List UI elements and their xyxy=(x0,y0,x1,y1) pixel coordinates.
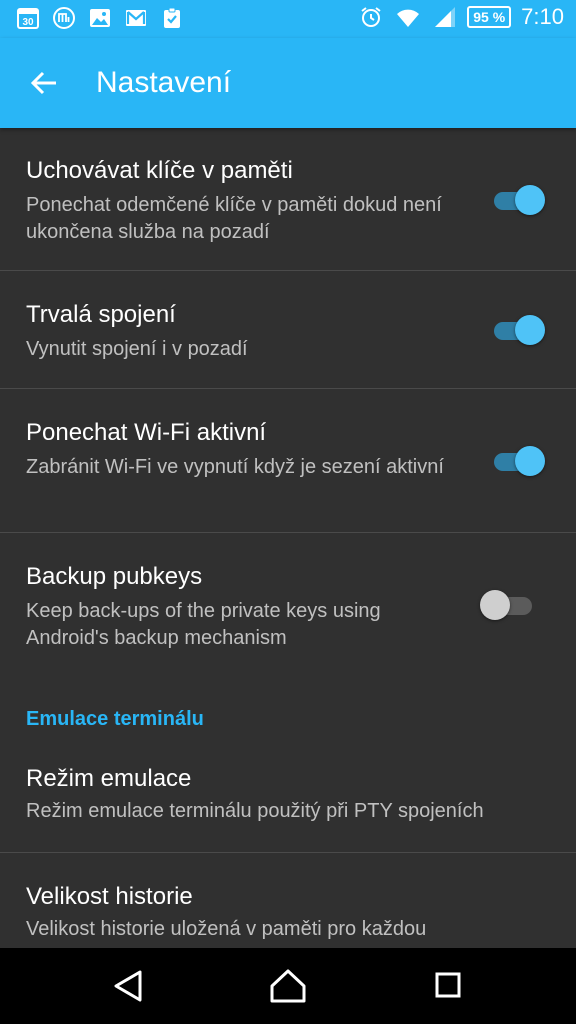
back-triangle-icon xyxy=(114,970,142,1002)
home-icon xyxy=(270,969,306,1003)
pref-summary: Zabránit Wi-Fi ve vypnutí když je sezení… xyxy=(26,456,444,478)
category-terminal-emulation: Emulace terminálu xyxy=(26,708,204,730)
toggle-persistent-connections[interactable] xyxy=(490,310,548,350)
pref-title: Uchovávat klíče v paměti xyxy=(26,157,293,184)
gmail-icon xyxy=(126,10,146,26)
signal-icon xyxy=(435,7,456,27)
clock: 7:10 xyxy=(521,4,564,29)
arrow-back-icon xyxy=(30,71,56,95)
toggle-backup-pubkeys[interactable] xyxy=(480,585,538,625)
navigation-bar xyxy=(0,948,576,1024)
pref-title: Backup pubkeys xyxy=(26,563,203,590)
pref-summary: Keep back-ups of the private keys using … xyxy=(26,600,381,649)
recents-square-icon xyxy=(435,972,461,998)
back-button[interactable] xyxy=(22,63,66,103)
pref-title: Režim emulace xyxy=(26,765,192,792)
notification-icons: 30 xyxy=(16,6,184,30)
alarm-icon xyxy=(361,7,381,27)
calendar-icon: 30 xyxy=(17,8,39,29)
settings-list[interactable]: Uchovávat klíče v paměti Ponechat odemče… xyxy=(0,128,576,948)
page-title: Nastavení xyxy=(96,66,232,99)
toggle-keep-wifi-active[interactable] xyxy=(490,441,548,481)
pref-title: Trvalá spojení xyxy=(26,301,176,328)
wifi-icon xyxy=(397,9,420,27)
switch-thumb xyxy=(480,590,510,620)
divider xyxy=(0,532,576,533)
toggle-keep-keys-in-memory[interactable] xyxy=(490,180,548,220)
status-bar: 30 95 % 7:10 xyxy=(0,0,576,38)
calendar-day: 30 xyxy=(22,17,34,28)
nav-back-button[interactable] xyxy=(108,968,148,1004)
switch-thumb xyxy=(515,185,545,215)
app-bar: Nastavení xyxy=(0,38,576,128)
pref-title: Ponechat Wi-Fi aktivní xyxy=(26,419,267,446)
status-indicators: 95 % 7:10 xyxy=(359,4,564,30)
nav-home-button[interactable] xyxy=(268,968,308,1004)
divider xyxy=(0,852,576,853)
pref-title: Velikost historie xyxy=(26,883,193,910)
switch-thumb xyxy=(515,446,545,476)
battery-indicator: 95 % xyxy=(467,6,512,28)
divider xyxy=(0,388,576,389)
pref-summary: Vynutit spojení i v pozadí xyxy=(26,338,248,360)
pref-summary: Režim emulace terminálu použitý při PTY … xyxy=(26,800,484,822)
divider xyxy=(0,270,576,271)
image-icon xyxy=(90,9,110,27)
mi-icon xyxy=(53,7,75,29)
pref-summary: Velikost historie uložená v paměti pro k… xyxy=(26,918,427,940)
pref-summary: Ponechat odemčené klíče v paměti dokud n… xyxy=(26,194,442,243)
switch-thumb xyxy=(515,315,545,345)
clipboard-check-icon xyxy=(164,7,180,28)
nav-recents-button[interactable] xyxy=(428,968,468,1004)
